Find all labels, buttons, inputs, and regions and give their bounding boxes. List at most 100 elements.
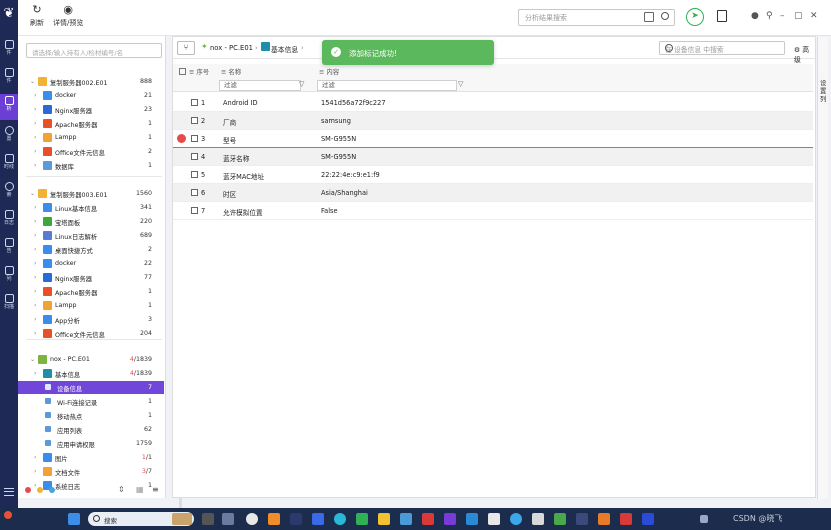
tree-item[interactable]: ⌄ 复制服务器003.E01 1560 bbox=[18, 187, 164, 200]
chevron-right-icon[interactable]: › bbox=[34, 120, 36, 127]
steam-icon[interactable] bbox=[290, 513, 302, 525]
calendar-icon[interactable] bbox=[644, 12, 654, 22]
chevron-right-icon[interactable]: › bbox=[34, 134, 36, 141]
chevron-down-icon[interactable]: ⌄ bbox=[30, 78, 35, 85]
rail-item-analysis[interactable]: 析 bbox=[0, 94, 18, 120]
red-mark-icon[interactable] bbox=[177, 134, 186, 143]
rail-item-timeline[interactable]: 时线 bbox=[0, 152, 18, 178]
start-icon[interactable] bbox=[68, 513, 80, 525]
chevron-right-icon[interactable]: › bbox=[34, 454, 36, 461]
app-icon[interactable] bbox=[532, 513, 544, 525]
chevron-right-icon[interactable]: › bbox=[34, 148, 36, 155]
pin-icon[interactable]: ⚲ bbox=[766, 11, 773, 21]
table-row[interactable]: 4 蓝牙名称 SM-G955N bbox=[173, 148, 813, 166]
row-checkbox[interactable] bbox=[191, 99, 198, 106]
edge-icon[interactable] bbox=[334, 513, 346, 525]
tree-item[interactable]: › 文档文件 3/7 bbox=[18, 465, 164, 478]
refresh-button[interactable]: ↻ 刷新 bbox=[30, 4, 44, 28]
menu-icon[interactable] bbox=[4, 488, 14, 496]
chevron-right-icon[interactable]: › bbox=[34, 260, 36, 267]
column-header-index[interactable]: ≡ 序号 bbox=[189, 67, 209, 76]
tree-item[interactable]: ⌄ 复制服务器002.E01 888 bbox=[18, 75, 164, 88]
app-icon[interactable] bbox=[466, 513, 478, 525]
tree-item[interactable]: › Nginx服务器 23 bbox=[18, 103, 164, 116]
chevron-down-icon[interactable]: ⌄ bbox=[30, 356, 35, 363]
tree-item[interactable]: Wi-Fi连接记录 1 bbox=[18, 395, 164, 408]
app-icon[interactable] bbox=[642, 513, 654, 525]
rail-item-scan[interactable]: 扫描 bbox=[0, 292, 18, 318]
tree-item[interactable]: › docker 22 bbox=[18, 257, 164, 270]
rail-item-settings[interactable]: 置 bbox=[0, 124, 18, 150]
breadcrumb-root[interactable]: nox - PC.E01 bbox=[210, 44, 253, 52]
tree-item[interactable]: › Office文件元信息 2 bbox=[18, 145, 164, 158]
column-header-content[interactable]: ≡ 内容 bbox=[319, 67, 339, 76]
table-row[interactable]: 3 型号 SM-G955N bbox=[173, 130, 813, 148]
close-icon[interactable]: ✕ bbox=[810, 11, 818, 21]
chevron-down-icon[interactable]: ⌄ bbox=[30, 190, 35, 197]
tree-item[interactable]: › Apache服务器 1 bbox=[18, 117, 164, 130]
red-dot-filter[interactable] bbox=[25, 487, 31, 493]
app-icon[interactable] bbox=[246, 513, 258, 525]
tray-icon[interactable] bbox=[700, 515, 708, 523]
tree-item[interactable]: 应用申请权限 1759 bbox=[18, 437, 164, 450]
chevron-right-icon[interactable]: › bbox=[34, 288, 36, 295]
tree-item[interactable]: 移动热点 1 bbox=[18, 409, 164, 422]
app-icon[interactable] bbox=[268, 513, 280, 525]
row-checkbox[interactable] bbox=[191, 117, 198, 124]
app-icon[interactable] bbox=[400, 513, 412, 525]
app-icon[interactable] bbox=[222, 513, 234, 525]
tree-item[interactable]: › Linux日志解析 689 bbox=[18, 229, 164, 242]
filter-icon[interactable]: ▽ bbox=[299, 80, 304, 88]
table-row[interactable]: 6 时区 Asia/Shanghai bbox=[173, 184, 813, 202]
chevron-right-icon[interactable]: › bbox=[34, 106, 36, 113]
row-checkbox[interactable] bbox=[191, 135, 198, 142]
tree-item[interactable]: 应用列表 62 bbox=[18, 423, 164, 436]
advanced-search-button[interactable]: ⚙ 高级 bbox=[794, 44, 815, 64]
app-icon[interactable] bbox=[356, 513, 368, 525]
rail-item-files[interactable]: 件 bbox=[0, 38, 18, 64]
export-doc-button[interactable] bbox=[717, 10, 727, 22]
table-row[interactable]: 2 厂商 samsung bbox=[173, 112, 813, 130]
tree-item[interactable]: › Lampp 1 bbox=[18, 299, 164, 312]
app-icon[interactable] bbox=[488, 513, 500, 525]
table-row[interactable]: 1 Android ID 1541d56a72f9c227 bbox=[173, 94, 813, 112]
list-view-icon[interactable]: ≡ bbox=[152, 485, 159, 494]
rail-item-logs[interactable]: 日志 bbox=[0, 208, 18, 234]
chevron-right-icon[interactable]: › bbox=[34, 330, 36, 337]
chevron-right-icon[interactable]: › bbox=[34, 218, 36, 225]
chevron-right-icon[interactable]: › bbox=[34, 162, 36, 169]
app-icon[interactable] bbox=[576, 513, 588, 525]
blue-dot-filter[interactable] bbox=[49, 487, 55, 493]
chevron-right-icon[interactable]: › bbox=[34, 370, 36, 377]
table-row[interactable]: 5 蓝牙MAC地址 22:22:4e:c9:e1:f9 bbox=[173, 166, 813, 184]
detail-search-input[interactable]: 在 设备信息 中搜索 bbox=[659, 41, 785, 55]
chevron-right-icon[interactable]: › bbox=[34, 468, 36, 475]
row-checkbox[interactable] bbox=[191, 153, 198, 160]
chevron-right-icon[interactable]: › bbox=[34, 232, 36, 239]
user-icon[interactable]: ● bbox=[751, 11, 759, 21]
chevron-right-icon[interactable]: › bbox=[34, 316, 36, 323]
app-icon[interactable] bbox=[620, 513, 632, 525]
rail-item-report[interactable]: 告 bbox=[0, 236, 18, 262]
collapse-icon[interactable]: ⇕ bbox=[118, 485, 125, 494]
tree-item[interactable]: › docker 21 bbox=[18, 89, 164, 102]
column-settings-strip[interactable]: 设置列 bbox=[817, 37, 828, 499]
name-filter-input[interactable]: 过滤 bbox=[219, 80, 301, 91]
select-all-checkbox[interactable] bbox=[179, 68, 186, 75]
minimize-icon[interactable]: – bbox=[780, 11, 785, 21]
tree-item[interactable]: › 图片 1/1 bbox=[18, 451, 164, 464]
preview-button[interactable]: ◉ 详情/预览 bbox=[53, 4, 83, 28]
tree-item[interactable]: › Apache服务器 1 bbox=[18, 285, 164, 298]
evidence-search-input[interactable]: 请选择/输入持有人/检材编号/名 bbox=[26, 43, 162, 58]
tree-item[interactable]: 设备信息 7 bbox=[18, 381, 164, 394]
wps-icon[interactable] bbox=[422, 513, 434, 525]
filter-icon[interactable]: ▽ bbox=[458, 80, 463, 88]
breadcrumb-section[interactable]: 基本信息 bbox=[271, 44, 298, 54]
tree-item[interactable]: › 基本信息 4/1839 bbox=[18, 367, 164, 380]
rail-item-folders[interactable]: 件 bbox=[0, 66, 18, 92]
branch-button[interactable]: ⑂ bbox=[177, 41, 195, 55]
notification-badge-icon[interactable] bbox=[4, 511, 12, 519]
content-filter-input[interactable]: 过滤 bbox=[317, 80, 457, 91]
tree-item[interactable]: › 数据库 1 bbox=[18, 159, 164, 172]
column-header-name[interactable]: ≡ 名称 bbox=[221, 67, 241, 76]
